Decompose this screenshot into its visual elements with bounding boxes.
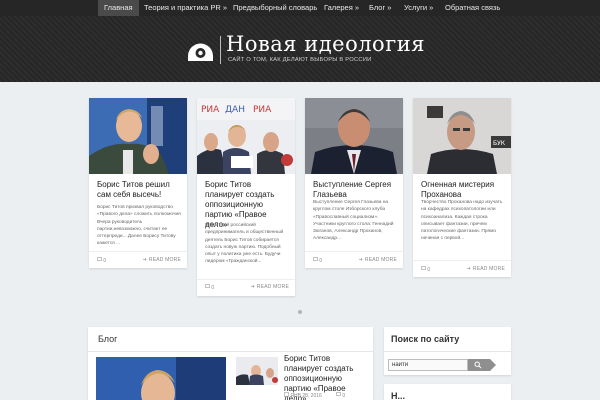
slider-pagination-dot[interactable] bbox=[298, 310, 302, 314]
search-widget: Поиск по сайту bbox=[384, 327, 511, 375]
calendar-icon bbox=[284, 392, 289, 397]
featured-excerpt-3: Выступление Сергея Глазьева на круглом с… bbox=[313, 200, 394, 242]
blog-heading: Блог bbox=[98, 334, 118, 344]
blog-featured-image[interactable] bbox=[96, 357, 226, 400]
read-more-link-2[interactable]: ➜ READ MORE bbox=[251, 284, 289, 290]
featured-image-4[interactable]: БУК bbox=[413, 98, 511, 174]
nav-item-contact[interactable]: Обратная связь bbox=[445, 0, 500, 16]
blog-heading-divider bbox=[88, 351, 373, 352]
read-more-label: READ MORE bbox=[256, 284, 289, 290]
nav-item-gallery[interactable]: Галерея » bbox=[324, 0, 359, 16]
featured-image-3[interactable] bbox=[305, 98, 403, 174]
comment-count-value: 0 bbox=[319, 258, 323, 264]
svg-text:РИА: РИА bbox=[253, 105, 272, 115]
read-more-link-3[interactable]: ➜ READ MORE bbox=[359, 257, 397, 263]
comment-count-value: 0 bbox=[103, 258, 107, 264]
blog-post-date-value: ЯНВ 28, 2016 bbox=[290, 393, 322, 399]
site-tagline: САЙТ О ТОМ, КАК ДЕЛАЮТ ВЫБОРЫ В РОССИИ bbox=[228, 57, 372, 63]
arrow-right-icon: ➜ bbox=[358, 257, 363, 263]
featured-card-4: БУК Огненная мистерия Проханова Творчест… bbox=[413, 98, 511, 277]
nav-item-blog[interactable]: Блог » bbox=[369, 0, 391, 16]
svg-text:РИА: РИА bbox=[201, 105, 220, 115]
arrow-right-icon: ➜ bbox=[142, 257, 147, 263]
read-more-link-1[interactable]: ➜ READ MORE bbox=[143, 257, 181, 263]
site-title[interactable]: Новая идеология bbox=[226, 32, 425, 56]
featured-card-3: Выступление Сергея Глазьева Выступление … bbox=[305, 98, 403, 268]
read-more-label: READ MORE bbox=[472, 266, 505, 272]
arrow-right-icon: ➜ bbox=[466, 266, 471, 272]
eye-logo-icon[interactable] bbox=[186, 37, 215, 62]
comment-icon bbox=[205, 284, 210, 288]
comment-icon bbox=[336, 392, 341, 396]
comment-count-value: 0 bbox=[211, 285, 215, 291]
blog-post-thumbnail[interactable] bbox=[236, 357, 278, 385]
comment-count-3[interactable]: 0 bbox=[313, 257, 322, 264]
comment-icon bbox=[97, 257, 102, 261]
comment-count-2[interactable]: 0 bbox=[205, 284, 214, 291]
read-more-label: READ MORE bbox=[148, 257, 181, 263]
featured-image-2[interactable]: РИА ДАН РИА bbox=[197, 98, 295, 174]
featured-card-2: РИА ДАН РИА Борис Титов планирует создат… bbox=[197, 98, 295, 296]
featured-title-1[interactable]: Борис Титов решил сам себя высечь! bbox=[97, 180, 183, 200]
comment-count-value: 0 bbox=[427, 267, 431, 273]
svg-text:ДАН: ДАН bbox=[225, 105, 245, 115]
svg-text:БУК: БУК bbox=[493, 140, 506, 147]
nav-item-home[interactable]: Главная bbox=[98, 0, 139, 16]
top-navigation: Главная Теория и практика PR » Предвыбор… bbox=[0, 0, 600, 16]
card-footer-divider bbox=[305, 251, 403, 252]
card-footer-divider bbox=[89, 251, 187, 252]
arrow-right-icon: ➜ bbox=[250, 284, 255, 290]
featured-excerpt-4: Творчество Проханова надо изучать на каф… bbox=[421, 200, 503, 242]
search-icon bbox=[474, 361, 482, 369]
search-button-arrow bbox=[490, 359, 496, 371]
nav-item-services[interactable]: Услуги » bbox=[404, 0, 433, 16]
blog-section: Блог Борис Титов планирует создать оппоз… bbox=[88, 327, 373, 400]
blog-post-date: ЯНВ 28, 2016 bbox=[284, 392, 322, 399]
search-input[interactable] bbox=[388, 359, 468, 371]
featured-card-1: Борис Титов решил сам себя высечь! Борис… bbox=[89, 98, 187, 268]
search-heading: Поиск по сайту bbox=[391, 334, 460, 344]
featured-image-1[interactable] bbox=[89, 98, 187, 174]
search-heading-divider bbox=[384, 351, 511, 352]
featured-excerpt-2: Известный российский предприниматель и о… bbox=[205, 223, 284, 265]
read-more-link-4[interactable]: ➜ READ MORE bbox=[467, 266, 505, 272]
featured-title-3[interactable]: Выступление Сергея Глазьева bbox=[313, 180, 399, 200]
site-header: Новая идеология САЙТ О ТОМ, КАК ДЕЛАЮТ В… bbox=[0, 16, 600, 82]
card-footer-divider bbox=[197, 279, 295, 280]
blog-post-comment-count[interactable]: 0 bbox=[336, 392, 345, 399]
featured-excerpt-1: Борис Титов призвал руководство «Правого… bbox=[97, 205, 181, 247]
nav-item-pr-theory[interactable]: Теория и практика PR » bbox=[144, 0, 227, 16]
featured-title-4[interactable]: Огненная мистерия Проханова bbox=[421, 180, 507, 200]
comment-count-4[interactable]: 0 bbox=[421, 266, 430, 273]
comment-count-value: 0 bbox=[342, 393, 346, 399]
nav-item-election-dictionary[interactable]: Предвыборный словарь bbox=[233, 0, 317, 16]
comment-icon bbox=[313, 257, 318, 261]
comment-count-1[interactable]: 0 bbox=[97, 257, 106, 264]
read-more-label: READ MORE bbox=[364, 257, 397, 263]
card-footer-divider bbox=[413, 260, 511, 261]
sidebar-widget-2-heading: Н... bbox=[391, 391, 406, 400]
sidebar-widget-2: Н... bbox=[384, 384, 511, 400]
comment-icon bbox=[421, 266, 426, 270]
logo-separator bbox=[220, 36, 221, 64]
